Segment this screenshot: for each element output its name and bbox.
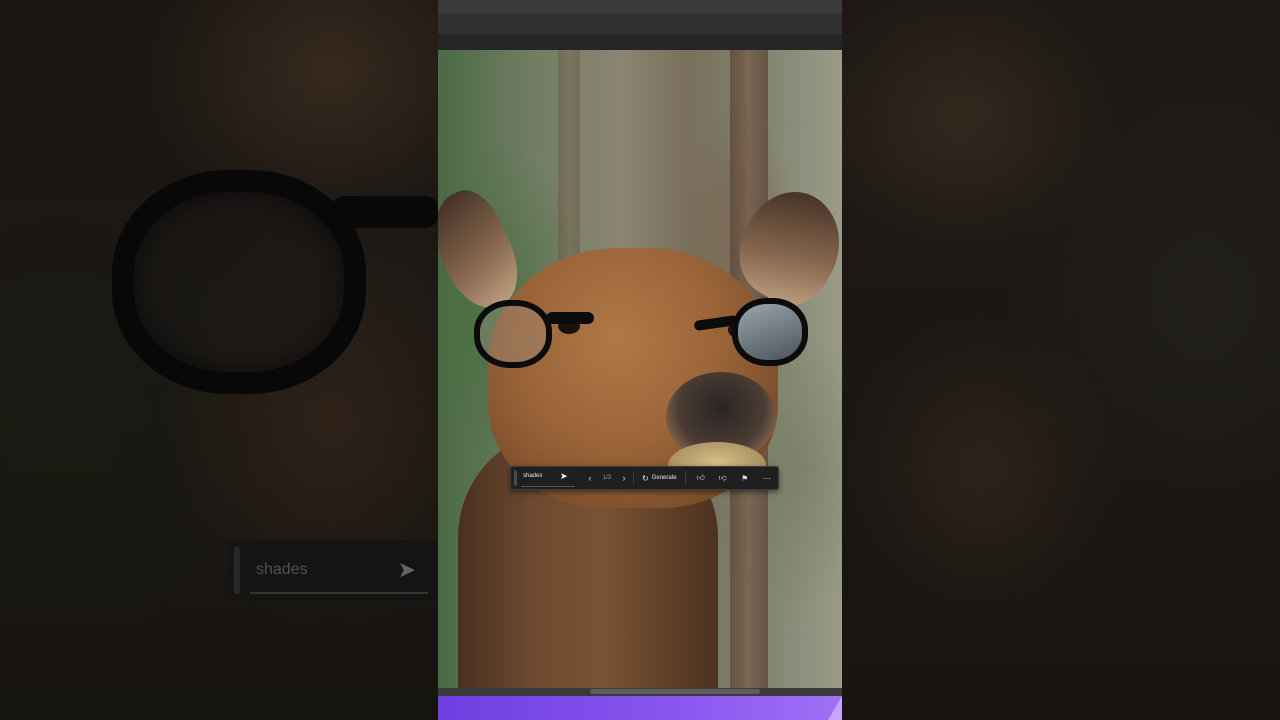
flag-icon[interactable]: ⚑ (734, 474, 756, 483)
tree-trunk (558, 50, 580, 270)
previous-variation-button[interactable]: ‹ (585, 467, 595, 489)
mouse-cursor-icon: ➤ (560, 470, 568, 481)
prompt-text: shades (523, 472, 543, 479)
variation-counter: 1/3 (602, 475, 612, 481)
refresh-icon: ↻ (642, 473, 649, 483)
scrollbar-thumb[interactable] (590, 689, 760, 694)
dim-overlay-right (842, 0, 1280, 720)
glasses-lens-right (732, 298, 808, 366)
generate-button[interactable]: ↻ Generate (638, 470, 681, 486)
thumbs-down-icon[interactable]: 👎︎ (712, 473, 734, 483)
more-icon[interactable]: ⋯ (756, 474, 778, 483)
dim-overlay-left (0, 0, 438, 720)
divider (684, 471, 686, 485)
drag-handle[interactable] (514, 470, 517, 486)
app-window: shades ➤ ‹ 1/3 › ↻ Generate 👍︎ 👎︎ ⚑ ⋯ (438, 0, 842, 720)
next-variation-button[interactable]: › (619, 467, 629, 489)
contextual-taskbar: shades ➤ ‹ 1/3 › ↻ Generate 👍︎ 👎︎ ⚑ ⋯ (510, 466, 779, 490)
strip-corner (828, 696, 842, 720)
prompt-input[interactable]: shades ➤ (521, 470, 575, 487)
document-tab-bar (438, 34, 842, 50)
glasses-lens-left (474, 300, 552, 368)
canvas-image[interactable]: shades ➤ ‹ 1/3 › ↻ Generate 👍︎ 👎︎ ⚑ ⋯ (438, 50, 842, 688)
divider (633, 471, 634, 485)
purple-progress-strip (438, 696, 842, 720)
horizontal-scrollbar[interactable] (438, 688, 842, 696)
app-options-bar (438, 14, 842, 35)
glasses-bridge (546, 312, 594, 324)
generate-label: Generate (651, 475, 677, 481)
thumbs-up-icon[interactable]: 👍︎ (690, 473, 712, 483)
app-menu-bar (438, 0, 842, 14)
